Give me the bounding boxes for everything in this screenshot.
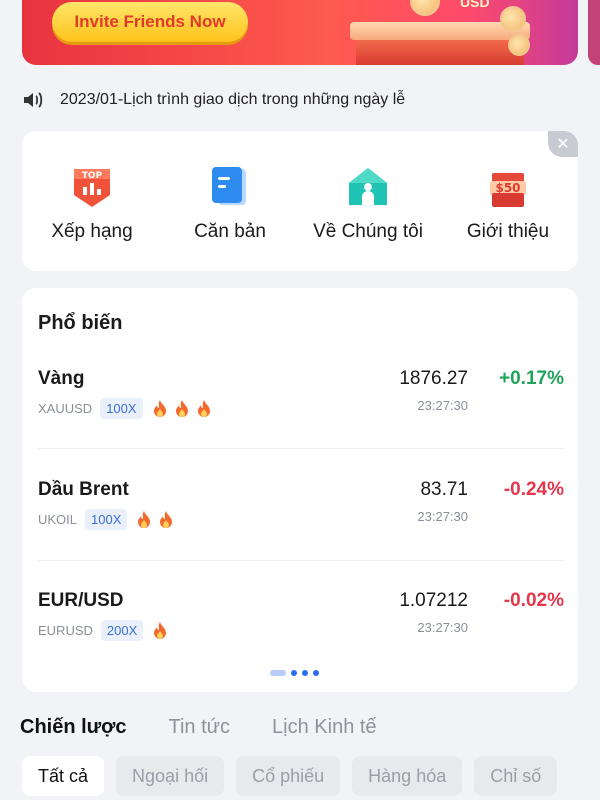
symbol-code: XAUUSD (38, 401, 93, 416)
pagination-dot[interactable] (302, 670, 308, 676)
shortcut-referral[interactable]: $50 Giới thiệu (438, 165, 578, 243)
banner-currency: USD (460, 0, 490, 10)
instrument-name: Vàng (38, 368, 85, 389)
gift-50-icon: $50 (490, 173, 526, 207)
change-percent: -0.02% (503, 590, 564, 611)
shortcut-label: Căn bản (194, 221, 266, 242)
fire-icon (197, 399, 210, 417)
symbol-code: EURUSD (38, 623, 93, 638)
tab-strategy[interactable]: Chiến lược (20, 716, 127, 739)
filter-all[interactable]: Tất cả (22, 756, 105, 796)
popular-instruments-card: Phổ biến Vàng XAUUSD 100X 1876.27 23:27:… (22, 288, 578, 692)
instrument-meta: EURUSD 200X (38, 620, 169, 641)
filter-stocks[interactable]: Cổ phiếu (236, 756, 341, 796)
promo-banner[interactable]: Invite Friends Now USD (22, 0, 578, 65)
top-ranking-icon: TOP (74, 169, 110, 207)
shortcut-ranking[interactable]: TOP Xếp hạng (22, 165, 162, 243)
shortcut-about-us[interactable]: Về Chúng tôi (298, 165, 438, 243)
change-percent: +0.17% (499, 368, 564, 389)
leverage-badge: 100X (100, 398, 143, 419)
section-title: Phổ biến (38, 312, 123, 334)
price: 1876.27 (399, 368, 468, 389)
instrument-row-ukoil[interactable]: Dầu Brent UKOIL 100X 83.71 23:27:30 -0.2… (38, 479, 564, 571)
shortcut-label: Về Chúng tôi (313, 221, 423, 242)
fire-icon (138, 510, 151, 528)
divider (38, 448, 564, 449)
pagination-dots[interactable] (270, 670, 319, 676)
hot-indicator (151, 621, 169, 641)
instrument-meta: XAUUSD 100X (38, 398, 213, 419)
shortcut-panel: ✕ TOP Xếp hạng Căn bản Về Chúng tôi $50 … (22, 131, 578, 271)
timestamp: 23:27:30 (417, 398, 468, 413)
hot-indicator (151, 399, 213, 419)
tab-economic-calendar[interactable]: Lịch Kinh tế (272, 716, 377, 739)
leverage-badge: 100X (85, 509, 128, 530)
pagination-dot[interactable] (270, 670, 286, 676)
fire-icon (153, 399, 166, 417)
timestamp: 23:27:30 (417, 620, 468, 635)
shortcut-label: Giới thiệu (466, 221, 550, 242)
svg-text:$50: $50 (495, 181, 520, 195)
filter-commodities[interactable]: Hàng hóa (352, 756, 463, 796)
content-tabs: Chiến lược Tin tức Lịch Kinh tế (20, 716, 377, 739)
shortcut-basics[interactable]: Căn bản (160, 165, 300, 243)
shortcut-label: Xếp hạng (51, 221, 133, 242)
tab-news[interactable]: Tin tức (169, 716, 231, 739)
fire-icon (160, 510, 173, 528)
category-filters: Tất cả Ngoại hối Cổ phiếu Hàng hóa Chỉ s… (22, 756, 558, 796)
divider (38, 560, 564, 561)
price: 83.71 (420, 479, 468, 500)
document-icon (212, 167, 246, 205)
close-icon[interactable]: ✕ (548, 131, 578, 157)
next-banner-peek (588, 0, 600, 65)
hot-indicator (135, 510, 175, 530)
symbol-code: UKOIL (38, 512, 78, 527)
filter-forex[interactable]: Ngoại hối (116, 756, 225, 796)
announcement-text: 2023/01-Lịch trình giao dịch trong những… (60, 91, 406, 108)
timestamp: 23:27:30 (417, 509, 468, 524)
speaker-icon (24, 92, 43, 108)
fire-icon (175, 399, 188, 417)
gift-box-illustration: USD (350, 0, 530, 65)
instrument-name: Dầu Brent (38, 479, 129, 500)
fire-icon (154, 621, 167, 639)
pagination-dot[interactable] (291, 670, 297, 676)
instrument-row-eurusd[interactable]: EUR/USD EURUSD 200X 1.07212 23:27:30 -0.… (38, 590, 564, 682)
filter-indices[interactable]: Chỉ số (474, 756, 558, 796)
pagination-dot[interactable] (313, 670, 319, 676)
instrument-name: EUR/USD (38, 590, 124, 611)
invite-friends-button[interactable]: Invite Friends Now (52, 2, 248, 42)
instrument-row-xauusd[interactable]: Vàng XAUUSD 100X 1876.27 23:27:30 +0.17% (38, 368, 564, 460)
svg-text:TOP: TOP (82, 171, 103, 181)
announcement-bar[interactable]: 2023/01-Lịch trình giao dịch trong những… (22, 86, 405, 114)
instrument-meta: UKOIL 100X (38, 509, 175, 530)
home-icon (349, 168, 387, 205)
leverage-badge: 200X (100, 620, 144, 641)
change-percent: -0.24% (503, 479, 564, 500)
price: 1.07212 (399, 590, 468, 611)
